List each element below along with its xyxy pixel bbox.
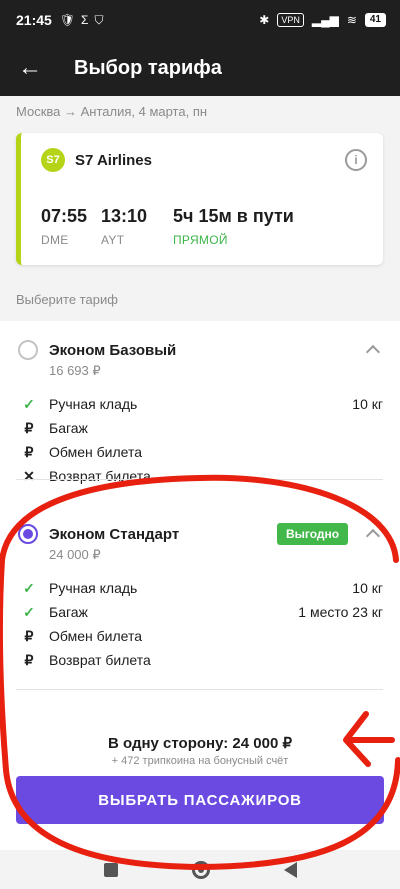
tariff-price: 24 000 ₽ bbox=[49, 547, 101, 562]
wifi-icon: ≋ bbox=[346, 13, 357, 27]
feature-row: ✕ Возврат билета bbox=[0, 468, 400, 492]
chevron-up-icon[interactable] bbox=[365, 344, 381, 360]
back-nav-icon[interactable] bbox=[283, 861, 297, 878]
tariff-name[interactable]: Эконом Стандарт bbox=[49, 526, 179, 543]
ruble-icon: ₽ bbox=[24, 628, 34, 644]
feature-row: ₽ Багаж bbox=[0, 420, 400, 444]
bonus-note: + 472 трипкоина на бонусный счёт bbox=[111, 755, 289, 767]
feature-label: Обмен билета bbox=[49, 628, 143, 644]
arrival-time: 13:10 bbox=[101, 206, 148, 226]
feature-row: ₽ Обмен билета bbox=[0, 444, 400, 468]
recents-icon[interactable] bbox=[103, 862, 118, 877]
status-bar: 21:45 🛡 Σ ⛉ ✱ VPN ▂▄▆ ≋ 41 bbox=[0, 0, 400, 40]
departure-airport: DME bbox=[41, 233, 69, 247]
arrow-left-icon: ← bbox=[18, 54, 42, 81]
feature-row: ₽ Обмен билета bbox=[0, 628, 400, 652]
back-button[interactable]: ← bbox=[0, 40, 60, 96]
tariff-price: 16 693 ₽ bbox=[49, 363, 101, 378]
feature-row: ₽ Возврат билета bbox=[0, 652, 400, 676]
flight-type: ПРЯМОЙ bbox=[173, 233, 228, 247]
battery-indicator: 41 bbox=[364, 13, 386, 27]
shield-check-icon: ⛉ bbox=[94, 12, 104, 27]
system-nav-bar bbox=[0, 850, 400, 889]
arrival-airport: AYT bbox=[101, 233, 125, 247]
shield-icon: 🛡 bbox=[59, 13, 76, 27]
flight-card: S7 S7 Airlines i 07:55 DME 13:10 AYT 5ч … bbox=[16, 133, 383, 265]
signal-icon: ▂▄▆ bbox=[311, 13, 339, 27]
feature-row: ✓ Багаж 1 место 23 кг bbox=[0, 604, 400, 628]
flight-duration: 5ч 15м в пути bbox=[173, 206, 294, 226]
route-summary: Москва → Анталия, 4 марта, пн bbox=[16, 104, 208, 119]
info-icon[interactable]: i bbox=[345, 149, 367, 171]
status-right: ✱ VPN ▂▄▆ ≋ 41 bbox=[259, 13, 386, 27]
airline-name: S7 Airlines bbox=[75, 152, 152, 169]
check-icon: ✓ bbox=[23, 580, 35, 596]
total-price: В одну сторону: 24 000 ₽ bbox=[108, 735, 292, 752]
sigma-icon: Σ bbox=[81, 13, 89, 27]
ruble-icon: ₽ bbox=[24, 652, 34, 668]
page-title: Выбор тарифа bbox=[74, 56, 222, 79]
feature-value: 10 кг bbox=[352, 396, 383, 412]
tariff-radio-standard[interactable] bbox=[18, 524, 38, 544]
check-icon: ✓ bbox=[23, 396, 35, 412]
booking-footer: В одну сторону: 24 000 ₽ + 472 трипкоина… bbox=[0, 718, 400, 850]
select-passengers-button[interactable]: Выбрать пассажиров bbox=[16, 776, 384, 824]
app-bar: ← Выбор тарифа bbox=[0, 40, 400, 96]
check-icon: ✓ bbox=[23, 604, 35, 620]
airline-logo: S7 bbox=[41, 148, 65, 172]
vpn-badge: VPN bbox=[277, 13, 304, 27]
feature-value: 10 кг bbox=[352, 580, 383, 596]
promo-badge: Выгодно bbox=[277, 523, 349, 545]
feature-label: Ручная кладь bbox=[49, 396, 138, 412]
tariff-name[interactable]: Эконом Базовый bbox=[49, 342, 176, 359]
feature-label: Ручная кладь bbox=[49, 580, 138, 596]
cross-icon: ✕ bbox=[23, 468, 35, 484]
choose-tariff-label: Выберите тариф bbox=[16, 292, 118, 307]
ruble-icon: ₽ bbox=[24, 420, 34, 436]
tariff-divider bbox=[16, 479, 383, 480]
tariff-divider bbox=[16, 689, 383, 690]
tariff-radio-basic[interactable] bbox=[18, 340, 38, 360]
departure-time: 07:55 bbox=[41, 206, 88, 226]
bluetooth-icon: ✱ bbox=[259, 13, 270, 27]
home-icon[interactable] bbox=[191, 860, 210, 879]
feature-value: 1 место 23 кг bbox=[298, 604, 383, 620]
ruble-icon: ₽ bbox=[24, 444, 34, 460]
feature-row: ✓ Ручная кладь 10 кг bbox=[0, 580, 400, 604]
feature-label: Возврат билета bbox=[49, 652, 151, 668]
feature-label: Багаж bbox=[49, 604, 88, 620]
status-time: 21:45 bbox=[16, 12, 52, 28]
feature-row: ✓ Ручная кладь 10 кг bbox=[0, 396, 400, 420]
chevron-up-icon[interactable] bbox=[365, 528, 381, 544]
feature-label: Возврат билета bbox=[49, 468, 151, 484]
feature-label: Обмен билета bbox=[49, 444, 143, 460]
feature-label: Багаж bbox=[49, 420, 88, 436]
